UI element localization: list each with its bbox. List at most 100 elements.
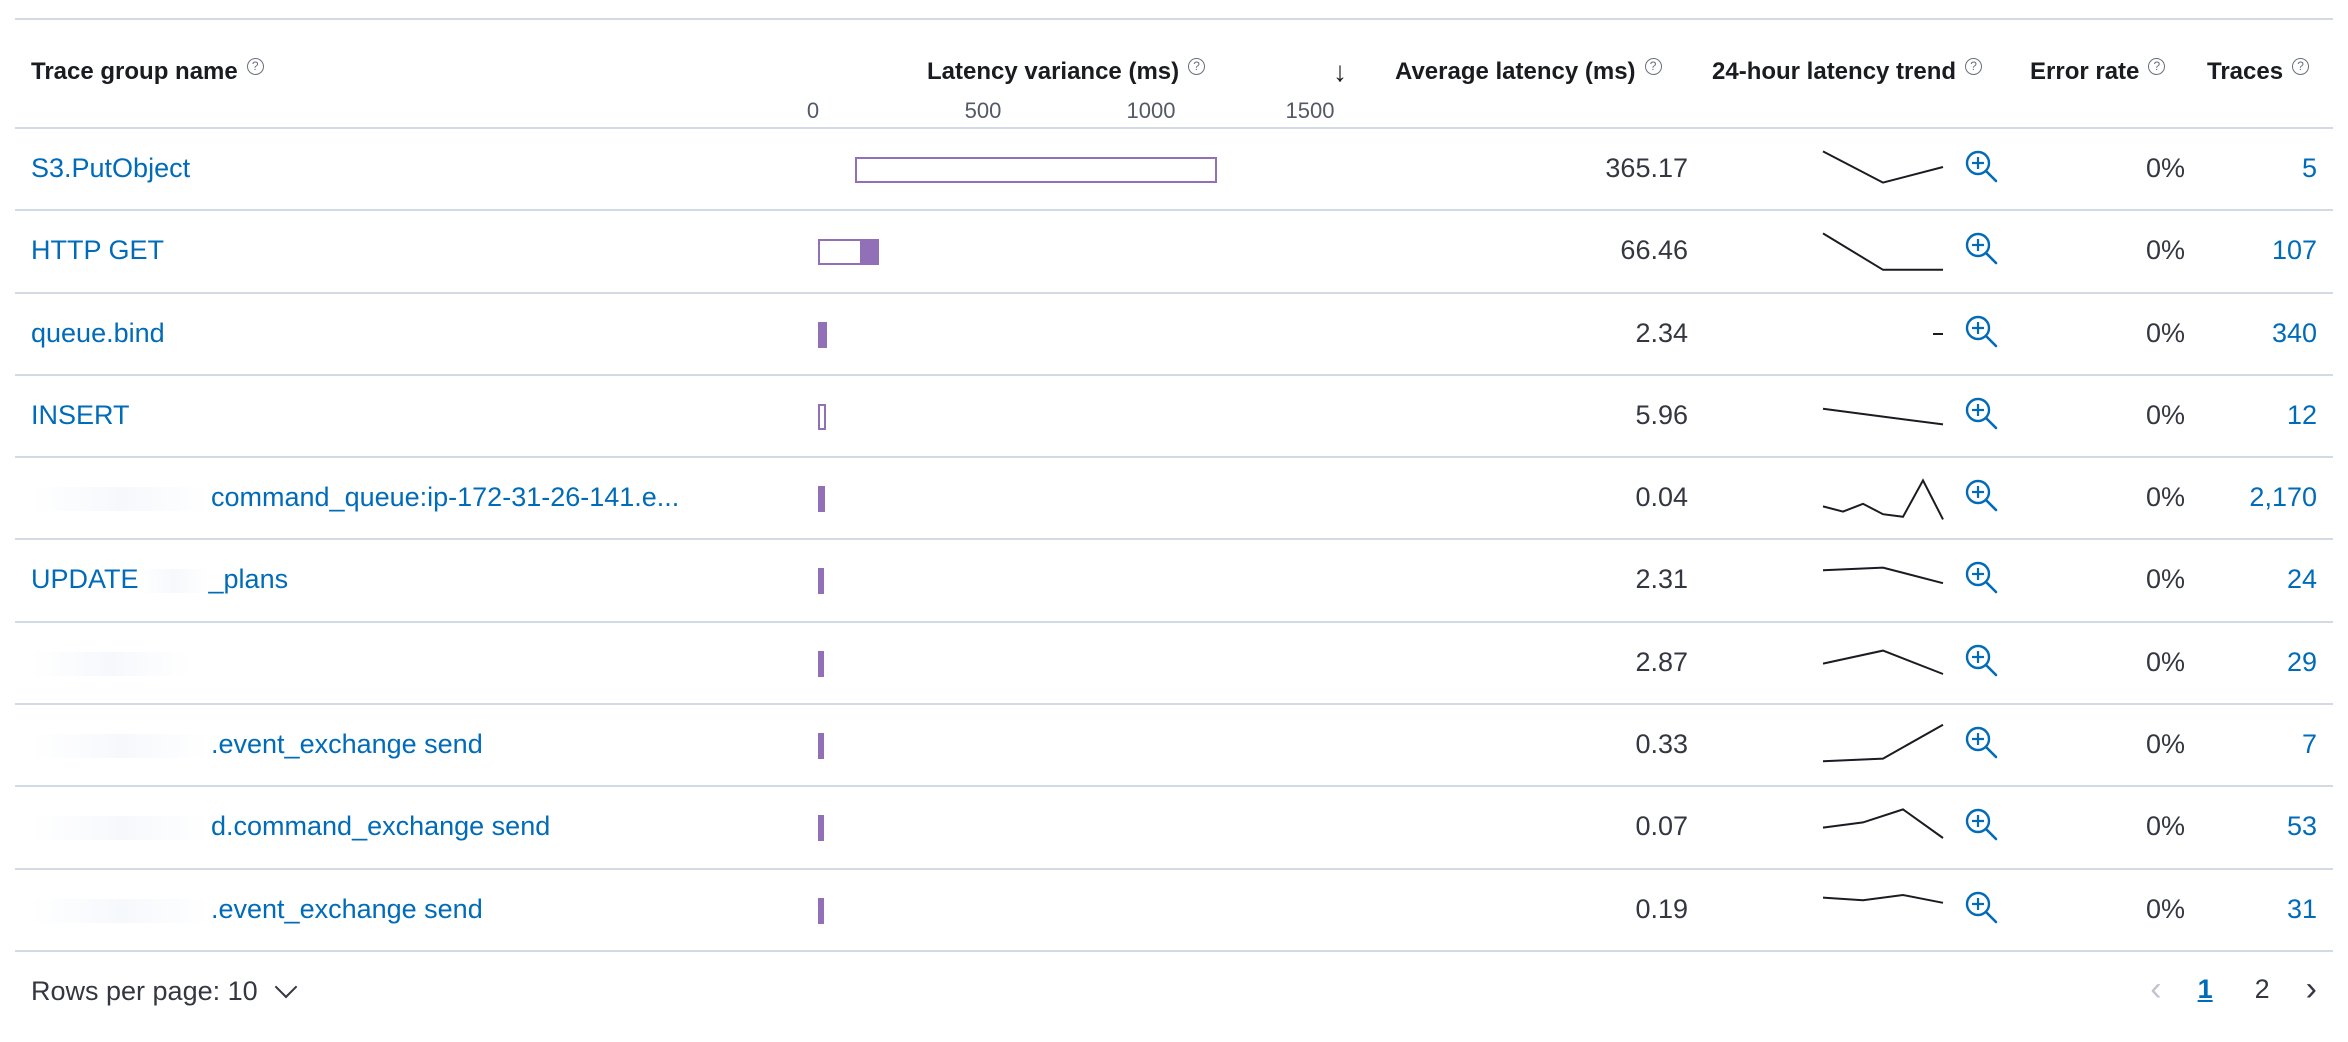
trace-group-name-suffix: d.command_exchange send (211, 811, 551, 842)
error-rate-value: 0% (2145, 811, 2185, 842)
average-latency-value: 5.96 (1635, 399, 1688, 430)
table-row: queue.bind 2.34 0% 340 (15, 294, 2333, 376)
latency-trend-sparkline (1822, 724, 1944, 763)
average-latency-value: 66.46 (1620, 235, 1688, 266)
traces-count-link[interactable]: 2,170 (2249, 482, 2317, 513)
zoom-in-icon[interactable] (1962, 723, 2002, 763)
average-latency-value: 2.87 (1635, 646, 1688, 677)
latency-variance-fill (818, 897, 824, 924)
trace-group-link[interactable]: .event_exchange send (31, 729, 483, 760)
latency-variance-fill (818, 321, 828, 348)
traces-count-link[interactable]: 5 (2302, 153, 2317, 184)
column-header-label: Trace group name (31, 58, 238, 85)
chevron-down-icon (274, 975, 297, 998)
sparkline-line (1822, 407, 1944, 426)
trace-group-name: S3.PutObject (31, 153, 191, 183)
trace-group-link[interactable]: command_queue:ip-172-31-26-141.e... (31, 482, 679, 513)
sparkline-line (1822, 893, 1944, 904)
error-rate-value: 0% (2145, 235, 2185, 266)
trace-group-name-suffix: .event_exchange send (211, 729, 483, 760)
error-rate-value: 0% (2145, 399, 2185, 430)
axis-tick-label: 500 (964, 98, 1002, 123)
trace-group-link[interactable]: S3.PutObject (31, 153, 190, 184)
zoom-in-icon[interactable] (1962, 312, 2002, 352)
zoom-in-icon[interactable] (1962, 229, 2002, 269)
latency-variance-fill (818, 568, 824, 595)
latency-variance-bar[interactable] (818, 403, 827, 430)
error-rate-value: 0% (2145, 646, 2185, 677)
latency-trend-sparkline (1822, 893, 1944, 904)
zoom-in-icon[interactable] (1962, 558, 2002, 598)
zoom-in-icon[interactable] (1962, 888, 2002, 928)
traces-count-link[interactable]: 29 (2287, 647, 2317, 678)
traces-count-link[interactable]: 24 (2287, 564, 2317, 595)
zoom-in-icon[interactable] (1962, 394, 2002, 434)
trace-group-link[interactable]: HTTP GET (31, 235, 164, 266)
column-header-error-rate[interactable]: Error rate ? (2030, 57, 2166, 86)
redacted-text (31, 816, 211, 841)
table-header: Trace group name ? Latency variance (ms)… (15, 20, 2333, 129)
trace-group-link[interactable] (31, 647, 191, 678)
column-header-average-latency[interactable]: Average latency (ms) ? (1395, 57, 1662, 86)
redacted-text (138, 569, 209, 594)
rows-per-page-button[interactable]: Rows per page: 10 (31, 975, 297, 1007)
table-row: 2.87 0% 29 (15, 623, 2333, 706)
traces-count-link[interactable]: 53 (2287, 811, 2317, 842)
error-rate-value: 0% (2145, 153, 2185, 183)
column-header-latency-variance[interactable]: Latency variance (ms) ? (927, 57, 1206, 86)
error-rate-value: 0% (2145, 317, 2185, 348)
zoom-in-icon[interactable] (1962, 805, 2002, 845)
axis-tick-label: 0 (806, 98, 820, 123)
average-latency-value: 0.19 (1635, 893, 1688, 924)
latency-trend-sparkline (1822, 232, 1943, 272)
redacted-text (31, 898, 211, 923)
next-page-button[interactable]: › (2306, 970, 2317, 1009)
info-icon[interactable]: ? (1644, 57, 1662, 75)
traces-count-link[interactable]: 12 (2287, 400, 2317, 431)
previous-page-button[interactable]: ‹ (2150, 970, 2161, 1009)
latency-trend-sparkline (1822, 150, 1944, 184)
info-icon[interactable]: ? (2292, 57, 2310, 75)
page-button-2[interactable]: 2 (2249, 972, 2276, 1007)
traces-count-link[interactable]: 31 (2287, 894, 2317, 925)
trace-group-link[interactable]: queue.bind (31, 318, 165, 349)
trace-group-link[interactable]: UPDATE _plans (31, 564, 288, 595)
sparkline-line (1822, 567, 1944, 585)
column-header-traces[interactable]: Traces ? (2207, 57, 2310, 86)
traces-count-link[interactable]: 7 (2302, 729, 2317, 760)
traces-count-link[interactable]: 340 (2272, 318, 2317, 349)
table-footer: Rows per page: 10 ‹ 1 2 › (15, 960, 2333, 1020)
info-icon[interactable]: ? (246, 57, 264, 75)
sparkline-line (1822, 150, 1944, 184)
info-icon[interactable]: ? (1965, 57, 1983, 75)
zoom-in-icon[interactable] (1962, 147, 2002, 187)
axis-tick-label: 1500 (1285, 98, 1335, 123)
zoom-in-icon[interactable] (1962, 476, 2002, 516)
sparkline-line (1822, 478, 1944, 521)
column-header-label: Latency variance (ms) (927, 58, 1180, 85)
traces-count-link[interactable]: 107 (2272, 235, 2317, 266)
latency-variance-fill (818, 733, 824, 760)
average-latency-value: 0.33 (1635, 729, 1688, 760)
trace-group-link[interactable]: .event_exchange send (31, 894, 483, 925)
trace-group-link[interactable]: INSERT (31, 400, 130, 431)
latency-trend-sparkline (1822, 567, 1944, 585)
column-header-latency-trend[interactable]: 24-hour latency trend ? (1712, 57, 1983, 86)
zoom-in-icon[interactable] (1962, 641, 2002, 681)
trace-group-name-suffix: _plans (208, 564, 289, 595)
latency-trend-sparkline (1822, 649, 1944, 675)
average-latency-value: 365.17 (1605, 153, 1688, 183)
table-row: command_queue:ip-172-31-26-141.e... 0.04 0… (15, 458, 2333, 541)
pagination: ‹ 1 2 › (2150, 970, 2317, 1009)
latency-trend-sparkline (1822, 478, 1944, 521)
latency-variance-bar[interactable] (855, 157, 1217, 183)
info-icon[interactable]: ? (2148, 57, 2166, 75)
rows-per-page-label: Rows per page: 10 (31, 976, 258, 1006)
column-header-trace-group-name[interactable]: Trace group name ? (31, 57, 264, 86)
page-button-1[interactable]: 1 (2192, 972, 2219, 1007)
info-icon[interactable]: ? (1188, 57, 1206, 75)
average-latency-value: 2.34 (1635, 317, 1688, 348)
trace-group-link[interactable]: d.command_exchange send (31, 811, 550, 842)
average-latency-value: 0.04 (1635, 482, 1688, 513)
sort-descending-icon[interactable]: ↓ (1333, 56, 1347, 88)
